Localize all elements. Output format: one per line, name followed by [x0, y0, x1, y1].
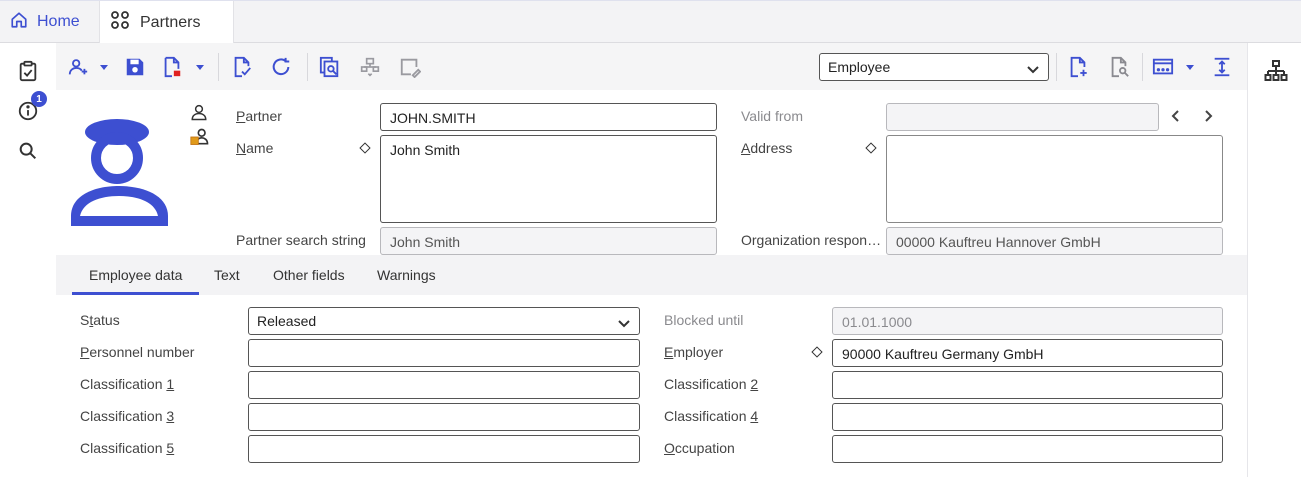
layout-dropdown-caret[interactable] — [1185, 55, 1195, 79]
tab-home[interactable]: Home — [0, 1, 98, 43]
tab-other-fields[interactable]: Other fields — [273, 255, 345, 295]
delete-dropdown-caret[interactable] — [195, 55, 205, 79]
status-select[interactable]: Released — [248, 307, 640, 335]
toolbar-divider — [307, 53, 308, 81]
required-diamond-icon — [811, 346, 823, 358]
window-layout-icon[interactable] — [1151, 55, 1175, 79]
valid-from-label: Valid from — [741, 108, 803, 124]
blocked-until-input[interactable]: 01.01.1000 — [832, 307, 1223, 335]
check-document-icon[interactable] — [230, 55, 254, 79]
name-label: Name — [236, 140, 274, 156]
blocked-until-label: Blocked until — [664, 312, 744, 328]
partner-label: Partner — [236, 108, 282, 124]
status-label: Status — [80, 312, 120, 328]
tab-employee-data[interactable]: Employee data — [72, 255, 200, 295]
organization-input[interactable]: 00000 Kauftreu Hannover GmbH — [886, 227, 1223, 255]
name-input[interactable]: John Smith — [380, 135, 717, 223]
edit-frame-icon — [398, 55, 422, 79]
address-label: Address — [741, 140, 793, 156]
occupation-input[interactable] — [832, 435, 1223, 463]
occupation-label: Occupation — [664, 440, 735, 456]
toolbar-divider — [1142, 53, 1143, 81]
chevron-left-icon[interactable] — [1169, 109, 1185, 125]
required-diamond-icon — [359, 142, 371, 154]
new-document-icon[interactable] — [1066, 55, 1090, 79]
document-search-icon[interactable] — [1107, 55, 1131, 79]
tab-partners[interactable]: Partners — [99, 1, 234, 44]
chevron-down-icon — [617, 316, 631, 332]
search-string-label: Partner search string — [236, 232, 366, 248]
avatar — [68, 116, 172, 228]
notification-badge: 1 — [31, 91, 47, 107]
personnel-number-label: Personnel number — [80, 344, 195, 360]
org-chart-icon[interactable] — [1264, 59, 1288, 83]
home-icon — [10, 11, 37, 34]
add-user-icon[interactable] — [66, 55, 90, 79]
search-icon[interactable] — [16, 139, 40, 163]
chevron-right-icon[interactable] — [1201, 109, 1217, 125]
view-select-value: Employee — [828, 59, 891, 75]
main-content: Employee Partner JOHN.SMITH Name John Sm… — [56, 43, 1247, 477]
view-select[interactable]: Employee — [819, 53, 1049, 81]
chevron-down-icon — [1026, 62, 1040, 78]
top-tab-bar: Home Partners — [0, 0, 1301, 44]
partner-input[interactable]: JOHN.SMITH — [380, 103, 717, 131]
valid-from-input[interactable] — [886, 103, 1159, 131]
required-diamond-icon — [865, 142, 877, 154]
clipboard-check-icon[interactable] — [16, 59, 40, 83]
classification-5-input[interactable] — [248, 435, 640, 463]
classification-2-label: Classification 2 — [664, 376, 759, 392]
status-value: Released — [257, 313, 317, 329]
classification-5-label: Classification 5 — [80, 440, 175, 456]
search-string-input[interactable]: John Smith — [380, 227, 717, 255]
tab-text[interactable]: Text — [214, 255, 240, 295]
save-icon[interactable] — [123, 55, 147, 79]
classification-1-input[interactable] — [248, 371, 640, 399]
address-input[interactable] — [886, 135, 1223, 223]
hierarchy-move-icon — [358, 55, 382, 79]
employee-id-icon — [190, 127, 212, 149]
left-sidebar: 1 — [0, 43, 56, 477]
classification-4-input[interactable] — [832, 403, 1223, 431]
apps-icon — [110, 10, 140, 35]
toolbar-divider — [1056, 53, 1057, 81]
classification-4-label: Classification 4 — [664, 408, 759, 424]
classification-2-input[interactable] — [832, 371, 1223, 399]
tab-warnings[interactable]: Warnings — [377, 255, 436, 295]
classification-3-input[interactable] — [248, 403, 640, 431]
organization-label: Organization respon… — [741, 232, 882, 248]
right-panel-strip — [1247, 43, 1301, 477]
classification-3-label: Classification 3 — [80, 408, 175, 424]
add-dropdown-caret[interactable] — [99, 55, 109, 79]
classification-1-label: Classification 1 — [80, 376, 175, 392]
toolbar-divider — [218, 53, 219, 81]
detail-tabs: Employee data Text Other fields Warnings — [56, 255, 1247, 295]
tab-home-label: Home — [37, 13, 80, 30]
expand-vertical-icon[interactable] — [1210, 55, 1234, 79]
personnel-number-input[interactable] — [248, 339, 640, 367]
employer-label: Employer — [664, 344, 724, 360]
tab-partners-label: Partners — [140, 13, 201, 31]
toolbar: Employee — [56, 43, 1247, 90]
person-icon — [190, 103, 210, 123]
find-document-icon[interactable] — [318, 55, 342, 79]
refresh-icon[interactable] — [269, 55, 293, 79]
employer-input[interactable]: 90000 Kauftreu Germany GmbH — [832, 339, 1223, 367]
delete-document-icon[interactable] — [160, 55, 184, 79]
